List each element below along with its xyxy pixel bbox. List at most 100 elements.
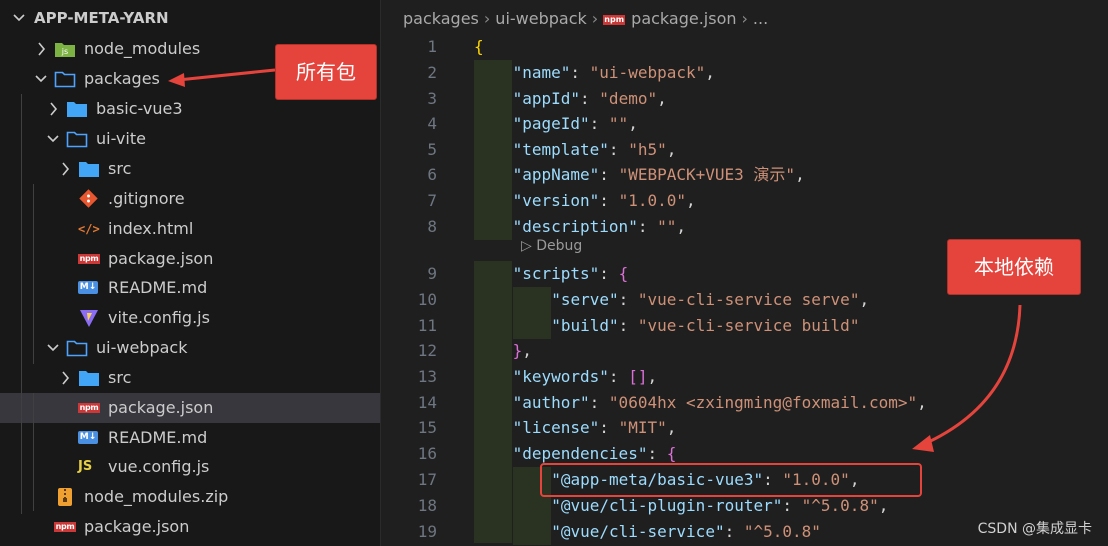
watermark: CSDN @集成显卡 xyxy=(977,521,1092,537)
tree-item-label: vite.config.js xyxy=(108,308,210,327)
breadcrumb-packages[interactable]: packages xyxy=(403,9,479,28)
code-line[interactable]: "serve": "vue-cli-service serve", xyxy=(551,287,869,313)
svg-text:js: js xyxy=(61,47,68,56)
tree-item-label: ui-webpack xyxy=(96,338,188,357)
code-line[interactable]: "name": "ui-webpack", xyxy=(513,60,715,86)
folder-filled-icon xyxy=(66,99,88,119)
tree-item-label: package.json xyxy=(108,398,214,417)
line-number: 10 xyxy=(417,290,437,309)
line-number: 16 xyxy=(417,444,437,463)
js-icon: JS xyxy=(78,459,93,474)
line-number: 14 xyxy=(417,393,437,412)
markdown-icon: M↓ xyxy=(78,431,98,444)
code-line[interactable]: "author": "0604hx <zxingming@foxmail.com… xyxy=(513,390,927,416)
tree-item[interactable]: .gitignore xyxy=(0,184,380,214)
code-line[interactable]: "keywords": [], xyxy=(513,364,658,390)
chevron-right-icon: › xyxy=(591,9,599,28)
code-line[interactable]: { xyxy=(474,34,484,60)
tree-item-label: package.json xyxy=(108,249,214,268)
line-number: 9 xyxy=(427,264,437,283)
tree-item[interactable]: M↓ README.md xyxy=(0,273,380,303)
tree-item-label: basic-vue3 xyxy=(96,99,183,118)
chevron-down-icon[interactable] xyxy=(46,340,60,356)
breadcrumb-ui-webpack[interactable]: ui-webpack xyxy=(495,9,586,28)
tree-item[interactable]: src xyxy=(0,363,380,393)
tree-item[interactable]: ui-vite xyxy=(0,124,380,154)
chevron-down-icon[interactable] xyxy=(46,131,60,147)
code-line[interactable]: "license": "MIT", xyxy=(513,415,677,441)
indent-guide-highlight xyxy=(474,261,512,543)
chevron-right-icon[interactable] xyxy=(34,41,48,57)
tree-item[interactable]: node_modules.zip xyxy=(0,482,380,512)
code-line[interactable]: "version": "1.0.0", xyxy=(513,188,696,214)
npm-icon: npm xyxy=(54,522,76,532)
code-line[interactable]: "template": "h5", xyxy=(513,137,677,163)
tree-item-label: node_modules.zip xyxy=(84,487,229,506)
chevron-right-icon[interactable] xyxy=(46,101,60,117)
tree-item[interactable]: ui-webpack xyxy=(0,333,380,363)
git-icon xyxy=(78,189,100,209)
tree-item[interactable]: npm package.json xyxy=(0,393,380,423)
local-dependency-annotation: 本地依赖 xyxy=(947,239,1081,295)
line-number: 8 xyxy=(427,217,437,236)
line-number: 12 xyxy=(417,341,437,360)
play-icon: ▷ xyxy=(521,238,537,254)
html-icon: </> xyxy=(78,222,100,236)
npm-icon: npm xyxy=(78,254,100,264)
tree-item-label: node_modules xyxy=(84,39,201,58)
folder-open-icon xyxy=(66,338,88,358)
tree-item[interactable]: npm package.json xyxy=(0,512,380,542)
debug-codelens[interactable]: ▷ Debug xyxy=(521,238,582,254)
packages-annotation-arrow xyxy=(168,68,276,87)
code-line[interactable]: "appName": "WEBPACK+VUE3 演示", xyxy=(513,162,805,188)
chevron-right-icon[interactable] xyxy=(58,161,72,177)
folder-filled-icon xyxy=(78,159,100,179)
code-line[interactable]: "description": "", xyxy=(513,214,686,240)
tree-item-label: README.md xyxy=(108,278,208,297)
line-number: 6 xyxy=(427,165,437,184)
vite-icon xyxy=(78,308,100,328)
line-number: 15 xyxy=(417,418,437,437)
code-line[interactable]: "appId": "demo", xyxy=(513,86,667,112)
indent-guide xyxy=(33,184,34,364)
tree-item[interactable]: JS vue.config.js xyxy=(0,452,380,482)
line-number: 18 xyxy=(417,496,437,515)
highlight-local-dependency xyxy=(540,463,922,497)
tree-item-label: .gitignore xyxy=(108,189,185,208)
code-line[interactable]: "pageId": "", xyxy=(513,111,638,137)
tree-item[interactable]: src xyxy=(0,154,380,184)
zip-icon xyxy=(54,487,76,507)
breadcrumb: packages › ui-webpack › npm package.json ›... xyxy=(403,7,768,31)
tree-item[interactable]: vite.config.js xyxy=(0,303,380,333)
code-line[interactable]: "scripts": { xyxy=(513,261,629,287)
chevron-right-icon: › xyxy=(741,9,748,28)
line-number: 11 xyxy=(417,316,437,335)
tree-item-label: packages xyxy=(84,69,160,88)
code-line[interactable]: }, xyxy=(513,338,532,364)
breadcrumb-more[interactable]: ... xyxy=(753,9,768,28)
debug-codelens-label: Debug xyxy=(536,238,583,254)
chevron-right-icon[interactable] xyxy=(58,370,72,386)
indent-guide xyxy=(21,94,22,514)
indent-guide-highlight xyxy=(474,60,512,240)
folder-open-icon xyxy=(66,129,88,149)
tree-item-label: ui-vite xyxy=(96,129,146,148)
line-number: 17 xyxy=(417,470,437,489)
local-dependency-annotation-arrow xyxy=(912,304,1022,452)
tree-item[interactable]: M↓ README.md xyxy=(0,423,380,453)
folder-filled-icon xyxy=(78,368,100,388)
code-line[interactable]: "@vue/cli-service": "^5.0.8" xyxy=(551,519,821,545)
packages-annotation: 所有包 xyxy=(275,44,377,100)
tree-item[interactable]: npm package.json xyxy=(0,244,380,274)
explorer-root-label: APP-META-YARN xyxy=(34,9,169,27)
code-line[interactable]: "build": "vue-cli-service build" xyxy=(551,313,859,339)
tree-item[interactable]: </> index.html xyxy=(0,214,380,244)
npm-icon: npm xyxy=(603,14,626,25)
chevron-down-icon xyxy=(12,6,26,37)
line-number: 5 xyxy=(427,140,437,159)
line-number: 13 xyxy=(417,367,437,386)
breadcrumb-file[interactable]: package.json xyxy=(631,9,736,28)
npm-icon: npm xyxy=(78,403,100,413)
chevron-down-icon[interactable] xyxy=(34,71,48,87)
indent-guide xyxy=(33,393,34,511)
